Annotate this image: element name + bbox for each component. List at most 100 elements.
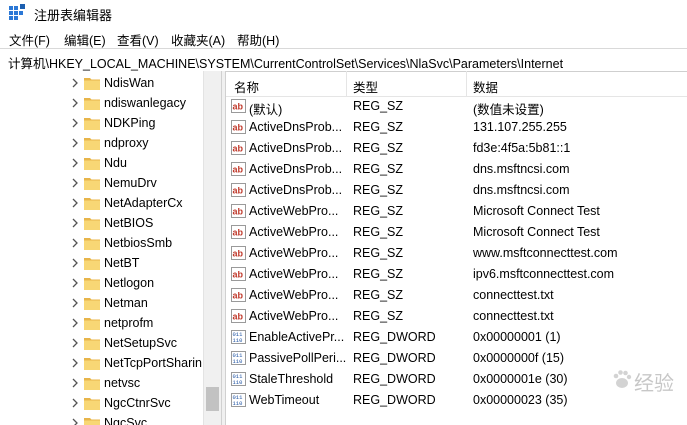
value-row[interactable]: ab ActiveWebPro... REG_SZ Microsoft Connect… [226,201,687,222]
tree-item[interactable]: NgcSvc [0,413,204,425]
tree-item[interactable]: netprofm [0,313,204,333]
chevron-right-icon[interactable] [70,97,80,109]
tree-item-label: NetBIOS [104,216,154,230]
chevron-right-icon[interactable] [70,237,80,249]
dword-value-icon: 011110 [231,372,246,386]
value-row[interactable]: ab ActiveWebPro... REG_SZ Microsoft Connect… [226,222,687,243]
value-type: REG_DWORD [353,372,436,386]
value-name: (默认) [249,103,283,117]
tree-item[interactable]: NetSetupSvc [0,333,204,353]
tree-item[interactable]: NetbiosSmb [0,233,204,253]
chevron-right-icon[interactable] [70,177,80,189]
tree-item[interactable]: Ndu [0,153,204,173]
dword-value-icon: 011110 [231,351,246,365]
tree-item-label: Netlogon [104,276,155,290]
key-tree: NdisWan ndiswanlegacy NDKPing ndproxy Ndu Nem… [0,71,221,425]
svg-text:ab: ab [233,165,244,175]
tree-scrollbar-thumb[interactable] [206,387,219,411]
chevron-right-icon[interactable] [70,77,80,89]
value-row[interactable]: ab ActiveDnsProb... REG_SZ dns.msftncsi.com [226,180,687,201]
string-value-icon: ab [231,225,246,239]
regedit-icon [9,4,25,20]
value-row[interactable]: ab ActiveWebPro... REG_SZ www.msftconnectte… [226,243,687,264]
chevron-right-icon[interactable] [70,277,80,289]
tree-item[interactable]: NemuDrv [0,173,204,193]
tree-item-label: netprofm [104,316,154,330]
value-data: www.msftconnecttest.com [473,246,618,260]
value-name: ActiveDnsProb... [249,183,343,197]
column-name[interactable]: 名称 [234,77,259,97]
value-type: REG_SZ [353,309,404,323]
menu-help[interactable]: 帮助(H) [237,30,279,49]
value-type: REG_SZ [353,225,404,239]
value-row[interactable]: ab ActiveWebPro... REG_SZ connecttest.txt [226,285,687,306]
baidu-paw-icon [613,370,632,388]
value-name: StaleThreshold [249,372,334,386]
address-path[interactable]: 计算机\HKEY_LOCAL_MACHINE\SYSTEM\CurrentCon… [8,53,563,72]
string-value-icon: ab [231,309,246,323]
address-bar[interactable]: 计算机\HKEY_LOCAL_MACHINE\SYSTEM\CurrentCon… [0,48,687,72]
tree-item[interactable]: Netman [0,293,204,313]
folder-icon [84,118,100,130]
svg-text:110: 110 [233,379,243,386]
value-row[interactable]: ab ActiveWebPro... REG_SZ connecttest.txt [226,306,687,327]
value-row[interactable]: ab ActiveDnsProb... REG_SZ fd3e:4f5a:5b81::… [226,138,687,159]
value-data: Microsoft Connect Test [473,225,600,239]
tree-item-label: NDKPing [104,116,156,130]
tree-item[interactable]: NdisWan [0,73,204,93]
chevron-right-icon[interactable] [70,137,80,149]
menu-file[interactable]: 文件(F) [9,30,50,49]
value-type: REG_SZ [353,267,404,281]
value-data: 0x0000000f (15) [473,351,565,365]
chevron-right-icon[interactable] [70,417,80,425]
value-data: dns.msftncsi.com [473,162,570,176]
folder-icon [84,178,100,190]
svg-text:ab: ab [233,249,244,259]
value-row[interactable]: ab (默认) REG_SZ (数值未设置) [226,96,687,117]
tree-item-label: NetBT [104,256,140,270]
chevron-right-icon[interactable] [70,157,80,169]
tree-item[interactable]: ndiswanlegacy [0,93,204,113]
chevron-right-icon[interactable] [70,217,80,229]
tree-item[interactable]: NetBIOS [0,213,204,233]
value-row[interactable]: ab ActiveDnsProb... REG_SZ 131.107.255.255 [226,117,687,138]
column-type[interactable]: 类型 [353,77,378,97]
chevron-right-icon[interactable] [70,317,80,329]
chevron-right-icon[interactable] [70,377,80,389]
tree-scrollbar[interactable] [203,71,222,425]
column-divider[interactable] [466,71,467,96]
chevron-right-icon[interactable] [70,357,80,369]
tree-item-label: NgcCtnrSvc [104,396,171,410]
chevron-right-icon[interactable] [70,257,80,269]
svg-text:ab: ab [233,228,244,238]
chevron-right-icon[interactable] [70,197,80,209]
chevron-right-icon[interactable] [70,397,80,409]
column-divider[interactable] [346,71,347,96]
value-row[interactable]: 011 110 EnableActivePr... REG_DWORD 0x000000… [226,327,687,348]
string-value-icon: ab [231,183,246,197]
menu-favorites[interactable]: 收藏夹(A) [171,30,225,49]
menu-edit[interactable]: 编辑(E) [64,30,106,49]
column-data[interactable]: 数据 [473,77,498,97]
value-row[interactable]: ab ActiveWebPro... REG_SZ ipv6.msftconnectt… [226,264,687,285]
value-name: ActiveWebPro... [249,288,339,302]
value-data: ipv6.msftconnecttest.com [473,267,615,281]
tree-item[interactable]: NetAdapterCx [0,193,204,213]
svg-text:110: 110 [233,400,243,407]
tree-item[interactable]: NetBT [0,253,204,273]
chevron-right-icon[interactable] [70,337,80,349]
value-type: REG_DWORD [353,393,436,407]
menu-view[interactable]: 查看(V) [117,30,159,49]
chevron-right-icon[interactable] [70,297,80,309]
chevron-right-icon[interactable] [70,117,80,129]
tree-item[interactable]: NgcCtnrSvc [0,393,204,413]
tree-item[interactable]: ndproxy [0,133,204,153]
folder-icon [84,398,100,410]
tree-item[interactable]: NDKPing [0,113,204,133]
title-bar: 注册表编辑器 [0,0,687,26]
value-type: REG_SZ [353,246,404,260]
tree-item[interactable]: Netlogon [0,273,204,293]
tree-item[interactable]: netvsc [0,373,204,393]
value-row[interactable]: ab ActiveDnsProb... REG_SZ dns.msftncsi.com [226,159,687,180]
tree-item[interactable]: NetTcpPortSharin [0,353,204,373]
